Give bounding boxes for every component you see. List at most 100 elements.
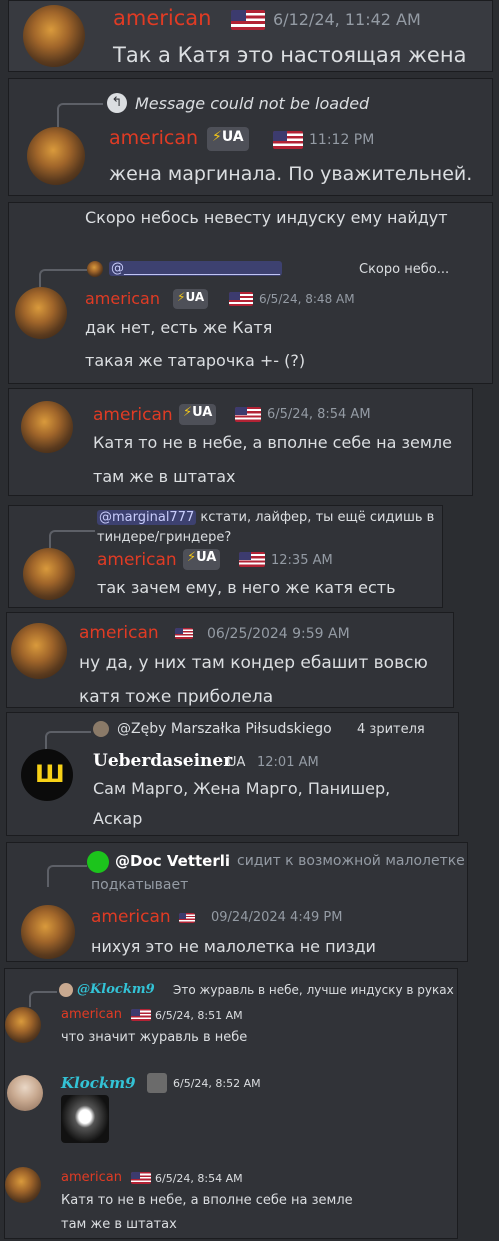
timestamp: 11:12 PM — [309, 132, 375, 148]
author-name[interactable]: american — [93, 405, 173, 425]
ua-badge[interactable]: ⚡UA — [207, 127, 249, 151]
reply-preview-text[interactable]: Message could not be loaded — [135, 94, 369, 113]
reply-preview-text-2: подкатывает — [91, 877, 189, 893]
message-text-line1: Сам Марго, Жена Марго, Панишер, — [93, 779, 391, 798]
timestamp: 6/5/24, 8:51 AM — [155, 1009, 243, 1022]
message-card-9: @Klockm9 Это журавль в небе, лучше индус… — [4, 968, 458, 1239]
message-text: что значит журавль в небе — [61, 1030, 248, 1045]
message-card-6: american 06/25/2024 9:59 AM ну да, у них… — [6, 612, 454, 708]
cat-badge-icon — [147, 1073, 167, 1093]
reply-avatar — [93, 721, 109, 737]
reply-mention[interactable]: @marginal777 — [97, 510, 197, 525]
reply-arrow-icon: ↰ — [107, 93, 127, 113]
avatar[interactable] — [5, 1007, 41, 1043]
reply-author[interactable]: @Zęby Marszałka Piłsudskiego — [117, 721, 332, 737]
author-name[interactable]: american — [113, 6, 211, 30]
reply-preview-text[interactable]: Это журавль в небе, лучше индуску в рука… — [173, 983, 454, 997]
message-card-4: american ⚡UA 6/5/24, 8:54 AM Катя то не … — [8, 388, 473, 496]
message-text: нихуя это не малолетка не пизди — [91, 937, 376, 956]
reply-author[interactable]: @Klockm9 — [77, 982, 155, 997]
reply-preview-text: кстати, лайфер, ты ещё сидишь в — [200, 510, 435, 525]
ua-badge[interactable]: ⚡UA — [173, 289, 209, 309]
avatar[interactable] — [21, 401, 73, 453]
reply-preview-text[interactable]: 4 зрителя — [357, 722, 425, 737]
us-flag-icon — [239, 552, 265, 567]
message-text-line2: там же в штатах — [93, 467, 236, 486]
us-flag-icon — [131, 1009, 151, 1021]
badge-label: UA — [185, 290, 205, 304]
message-text-line1: Катя то не в небе, а вполне себе на земл… — [93, 433, 452, 452]
us-flag-icon — [273, 131, 303, 149]
us-flag-icon — [131, 1172, 151, 1184]
reply-mention[interactable]: @________________________ — [109, 261, 282, 276]
timestamp: 12:35 AM — [271, 553, 333, 568]
author-name[interactable]: Ueberdaseiner — [93, 751, 232, 771]
avatar[interactable] — [23, 548, 75, 600]
lightning-icon: ⚡ — [187, 550, 197, 565]
avatar[interactable] — [21, 905, 75, 959]
avatar[interactable] — [5, 1167, 41, 1203]
author-name[interactable]: american — [97, 550, 177, 570]
message-card-7: @Zęby Marszałka Piłsudskiego 4 зрителя Ш… — [6, 712, 459, 836]
message-text-line2: такая же татарочка +- (?) — [85, 351, 306, 370]
timestamp: 6/5/24, 8:54 AM — [155, 1172, 243, 1185]
timestamp: 6/5/24, 8:48 AM — [259, 292, 355, 306]
avatar[interactable] — [23, 5, 85, 67]
reply-connector — [57, 103, 103, 127]
message-text-line1: дак нет, есть же Катя — [85, 318, 273, 337]
avatar[interactable] — [11, 623, 67, 679]
badge-label: UA — [196, 550, 217, 565]
message-card-3: Скоро небось невесту индуску ему найдут … — [8, 202, 493, 384]
badge-label: UA — [221, 129, 244, 145]
reply-connector — [29, 991, 57, 1007]
author-name[interactable]: american — [91, 907, 171, 927]
us-flag-icon — [179, 913, 195, 923]
author-name[interactable]: american — [85, 289, 160, 308]
message-text: Так а Катя это настоящая жена — [113, 43, 467, 67]
message-text: так зачем ему, в него же катя есть — [97, 578, 396, 597]
message-text-line1: Катя то не в небе, а вполне себе на земл… — [61, 1193, 353, 1208]
ua-badge[interactable]: ⚡UA — [183, 549, 221, 570]
avatar[interactable] — [7, 1075, 43, 1111]
reply-avatar — [59, 983, 73, 997]
reply-connector — [47, 865, 87, 887]
reply-preview[interactable]: @marginal777 кстати, лайфер, ты ещё сиди… — [97, 510, 434, 525]
message-card-8: @Doc Vetterli сидит к возможной малолетк… — [6, 842, 468, 962]
reply-preview-text-2: тиндере/гриндере? — [97, 530, 232, 545]
timestamp: 6/5/24, 8:52 AM — [173, 1077, 261, 1090]
timestamp: 06/25/2024 9:59 AM — [207, 626, 350, 642]
timestamp: 6/5/24, 8:54 AM — [267, 407, 371, 422]
ua-badge[interactable]: UA — [227, 755, 245, 770]
author-name[interactable]: american — [79, 623, 159, 643]
author-name[interactable]: american — [109, 127, 198, 149]
reply-preview-text[interactable]: Скоро небо... — [359, 262, 449, 277]
lightning-icon: ⚡ — [183, 405, 193, 420]
ua-badge[interactable]: ⚡UA — [179, 404, 217, 425]
avatar[interactable] — [27, 127, 85, 185]
author-name[interactable]: american — [61, 1007, 122, 1022]
badge-label: UA — [192, 405, 213, 420]
message-text-line2: там же в штатах — [61, 1217, 177, 1232]
message-card-2: ↰ Message could not be loaded american ⚡… — [8, 78, 493, 196]
us-flag-icon — [229, 292, 253, 306]
us-flag-icon — [235, 407, 261, 422]
message-card-5: @marginal777 кстати, лайфер, ты ещё сиди… — [8, 505, 443, 608]
timestamp: 09/24/2024 4:49 PM — [211, 910, 343, 925]
reply-connector — [39, 269, 87, 289]
message-card-1: american 6/12/24, 11:42 AM Так а Катя эт… — [8, 0, 493, 72]
trident-icon: Ш — [35, 760, 65, 788]
lightning-icon: ⚡ — [212, 129, 222, 145]
us-flag-icon — [175, 628, 193, 639]
timestamp: 12:01 AM — [257, 755, 319, 770]
author-name[interactable]: american — [61, 1170, 122, 1185]
sticker-image[interactable] — [61, 1095, 109, 1143]
avatar[interactable] — [15, 287, 67, 339]
message-text-line2: Аскар — [93, 809, 143, 828]
us-flag-icon — [231, 10, 265, 30]
reply-author[interactable]: @Doc Vetterli — [115, 852, 230, 870]
author-name[interactable]: Klockm9 — [61, 1074, 136, 1092]
reply-avatar — [87, 261, 103, 277]
reply-connector — [49, 530, 95, 550]
message-text-line2: катя тоже приболела — [79, 687, 274, 707]
reply-preview-text[interactable]: сидит к возможной малолетке — [237, 853, 465, 869]
